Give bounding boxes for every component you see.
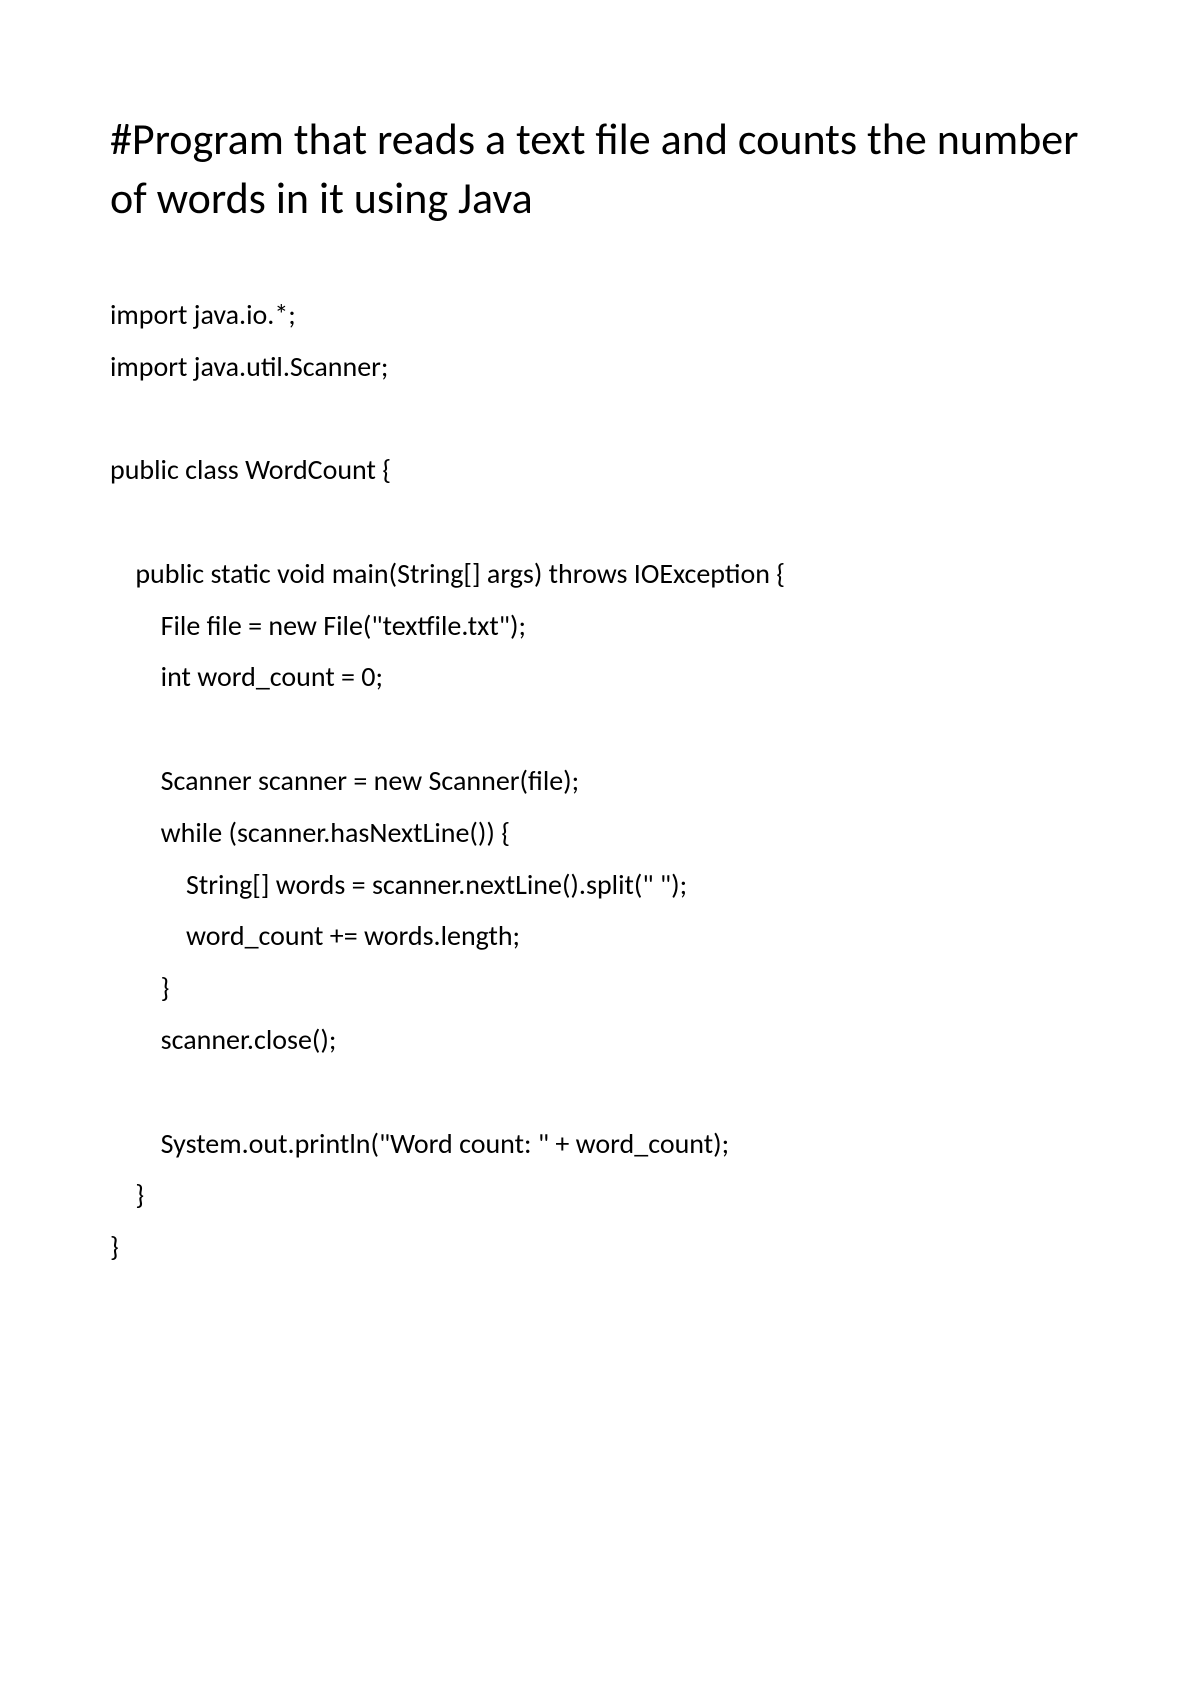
document-title: #Program that reads a text file and coun… [110, 110, 1090, 229]
code-blank-line [110, 392, 1090, 444]
code-line: System.out.println("Word count: " + word… [110, 1118, 1090, 1170]
code-blank-line [110, 1066, 1090, 1118]
code-line: } [110, 1221, 1090, 1273]
code-line: int word_count = 0; [110, 651, 1090, 703]
code-line: scanner.close(); [110, 1014, 1090, 1066]
code-line: public static void main(String[] args) t… [110, 548, 1090, 600]
code-line: while (scanner.hasNextLine()) { [110, 807, 1090, 859]
code-line: Scanner scanner = new Scanner(file); [110, 755, 1090, 807]
code-line: File file = new File("textfile.txt"); [110, 600, 1090, 652]
code-line: word_count += words.length; [110, 910, 1090, 962]
code-blank-line [110, 496, 1090, 548]
code-line: import java.io.*; [110, 289, 1090, 341]
code-line: } [110, 962, 1090, 1014]
code-line: } [110, 1169, 1090, 1221]
code-line: public class WordCount { [110, 444, 1090, 496]
code-line: String[] words = scanner.nextLine().spli… [110, 859, 1090, 911]
code-blank-line [110, 703, 1090, 755]
code-block: import java.io.*; import java.util.Scann… [110, 289, 1090, 1273]
code-line: import java.util.Scanner; [110, 341, 1090, 393]
